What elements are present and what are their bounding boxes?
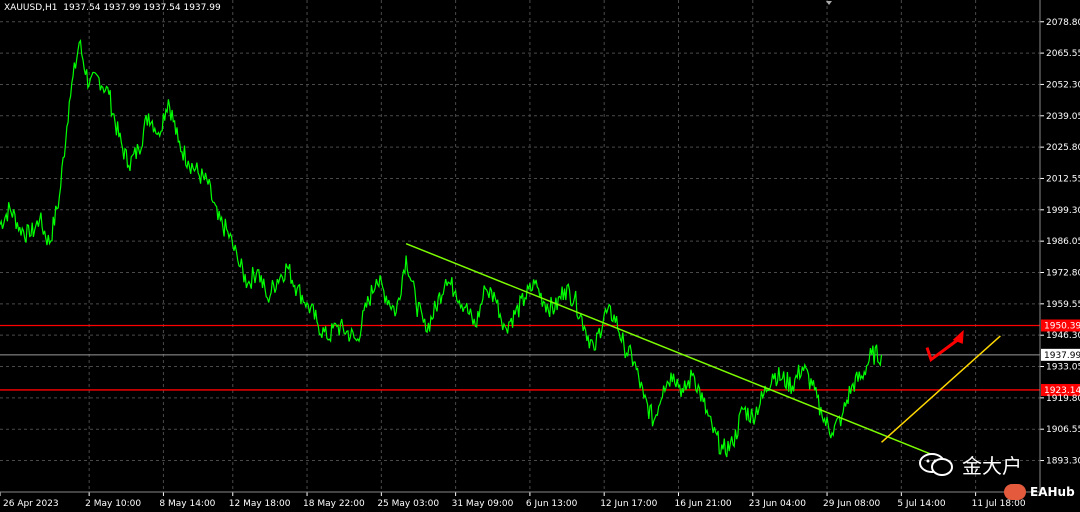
y-tick-label: 1986.05 [1046,237,1080,247]
y-tick-label: 2078.80 [1046,18,1080,28]
x-tick-label: 26 Apr 2023 [3,499,59,509]
current-price-label: 1937.99 [1044,351,1080,361]
chart-frame[interactable]: 1950.39 1923.14 1937.99 2078.80 2065.55 2052… [0,0,1080,512]
y-tick-label: 2065.55 [1046,49,1080,59]
y-tick-label: 2052.30 [1046,80,1080,90]
chat-bubble-icon [919,452,953,476]
x-tick-label: 8 May 14:00 [159,499,215,509]
x-tick-label: 11 Jul 18:00 [972,499,1026,509]
price-chart[interactable]: 1950.391923.141937.99 2078.80 2065.55 2052… [0,0,1080,512]
brand-text: EAHub [1030,485,1075,499]
watermark-text: 金大户 [962,454,1022,478]
x-tick-label: 2 May 10:00 [85,499,141,509]
chart-grid [0,0,1040,492]
y-tick-label: 1959.55 [1046,300,1080,310]
x-tick-label: 31 May 09:00 [452,499,514,509]
y-tick-label: 1946.30 [1046,331,1080,341]
price-series-line [0,38,883,458]
y-tick-label: 2039.05 [1046,112,1080,122]
down-trendline[interactable] [405,242,932,455]
x-tick-label: 18 May 22:00 [303,499,365,509]
brand-icon [1004,484,1026,500]
y-tick-label: 1933.05 [1046,363,1080,373]
y-tick-label: 1906.55 [1046,425,1080,435]
symbol-timeframe: XAUUSD,H1 [4,3,58,13]
x-tick-label: 6 Jun 13:00 [526,499,578,509]
trendlines[interactable] [405,242,1001,455]
y-tick-label: 1972.80 [1046,268,1080,278]
ohlc-values: 1937.54 1937.99 1937.54 1937.99 [63,3,221,13]
y-tick-label: 2012.55 [1046,174,1080,184]
shift-marker-icon [826,1,832,5]
y-axis: 2078.80 2065.55 2052.30 2039.05 2025.80 2012.… [1040,18,1080,467]
watermark: 金大户 [918,450,1022,479]
x-tick-label: 5 Jul 14:00 [897,499,946,509]
level-tag-label: 1950.39 [1044,322,1080,332]
y-tick-label: 1919.80 [1046,394,1080,404]
y-tick-label: 1893.30 [1046,457,1080,467]
y-tick-label: 2025.80 [1046,143,1080,153]
chart-header: XAUUSD,H1 1937.54 1937.99 1937.54 1937.9… [4,3,221,13]
x-tick-label: 12 May 18:00 [229,499,291,509]
x-axis: 26 Apr 2023 2 May 10:00 8 May 14:00 12 May … [0,492,1026,509]
arrow-shaft [925,338,959,362]
brand-logo: EAHub [1004,484,1075,500]
x-tick-label: 29 Jun 08:00 [823,499,880,509]
x-tick-label: 23 Jun 04:00 [749,499,806,509]
y-tick-label: 1999.30 [1046,206,1080,216]
chart-border [0,0,1041,493]
level-lines[interactable]: 1950.391923.141937.99 [0,319,1080,396]
price-series [0,38,883,458]
x-tick-label: 25 May 03:00 [377,499,439,509]
x-tick-label: 12 Jun 17:00 [600,499,657,509]
x-tick-label: 16 Jun 21:00 [674,499,731,509]
